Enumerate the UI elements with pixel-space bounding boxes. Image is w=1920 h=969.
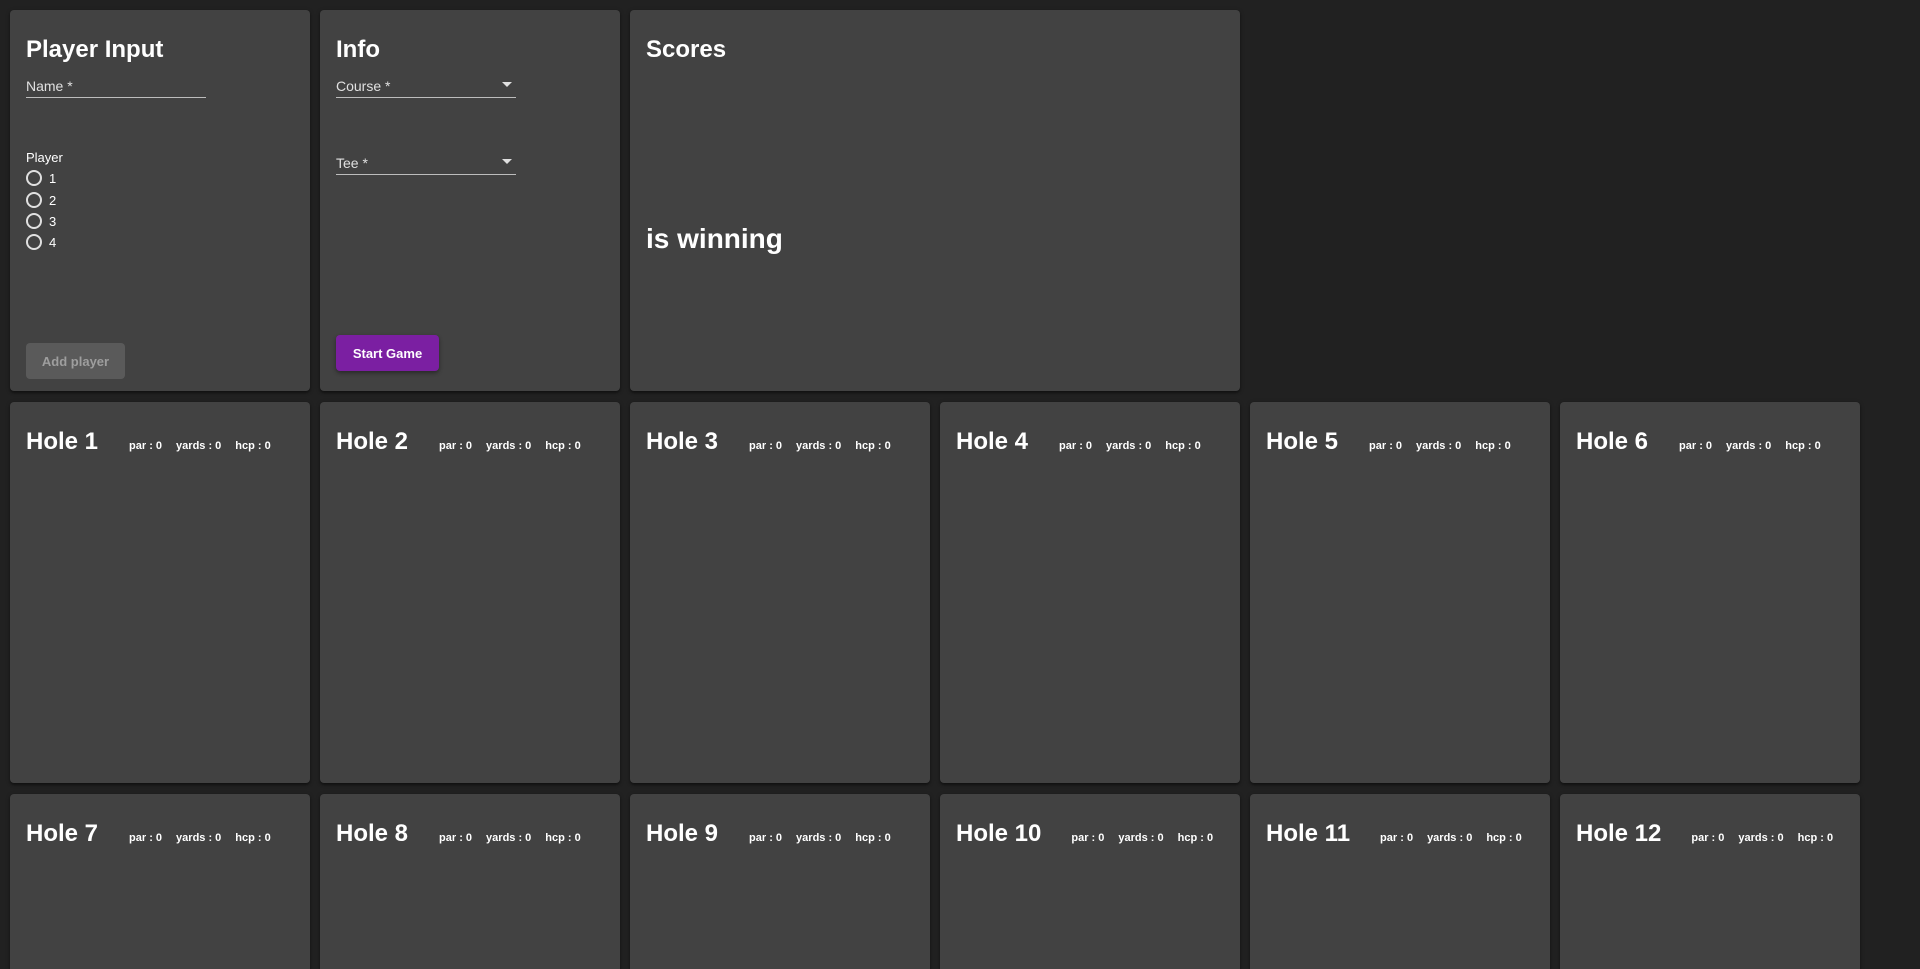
hole-par: par : 0 [1679,440,1713,452]
hole-title: Hole 11 [1266,820,1351,847]
hole-card: Hole 3 par : 0 yards : 0 hcp : 0 [630,402,930,783]
hole-card: Hole 8 par : 0 yards : 0 hcp : 0 [320,794,620,969]
radio-circle-icon[interactable] [26,170,42,186]
hole-par: par : 0 [749,440,783,452]
hole-par: par : 0 [129,440,163,452]
hole-yards: yards : 0 [796,440,842,452]
hole-card: Hole 11 par : 0 yards : 0 hcp : 0 [1250,794,1550,969]
scores-title: Scores [646,36,727,63]
radio-circle-icon[interactable] [26,213,42,229]
hole-yards: yards : 0 [1106,440,1152,452]
hole-title: Hole 6 [1576,428,1649,455]
hole-card: Hole 7 par : 0 yards : 0 hcp : 0 [10,794,310,969]
hole-hcp: hcp : 0 [855,440,891,452]
player-radio-1[interactable]: 1 [26,168,56,188]
radio-circle-icon[interactable] [26,234,42,250]
hole-title: Hole 10 [956,820,1042,847]
hole-par: par : 0 [1380,832,1414,844]
hole-yards: yards : 0 [486,832,532,844]
hole-hcp: hcp : 0 [1165,440,1201,452]
hole-par: par : 0 [1071,832,1105,844]
hole-title: Hole 7 [26,820,99,847]
tee-select[interactable]: Tee * [336,153,516,175]
hole-yards: yards : 0 [176,440,222,452]
hole-yards: yards : 0 [796,832,842,844]
hole-hcp: hcp : 0 [1177,832,1214,844]
hole-card: Hole 5 par : 0 yards : 0 hcp : 0 [1250,402,1550,783]
hole-yards: yards : 0 [1726,440,1772,452]
start-game-button[interactable]: Start Game [336,335,439,371]
player-radio-3-label: 3 [49,213,57,229]
hole-title: Hole 3 [646,428,719,455]
player-radio-4-label: 4 [49,234,57,250]
hole-yards: yards : 0 [1118,832,1164,844]
hole-hcp: hcp : 0 [1785,440,1821,452]
scores-card: Scores is winning [630,10,1240,391]
player-input-title: Player Input [26,36,164,63]
player-input-card: Player Input Name * Player 1 2 3 4 Add p… [10,10,310,391]
hole-card: Hole 2 par : 0 yards : 0 hcp : 0 [320,402,620,783]
hole-title: Hole 8 [336,820,409,847]
hole-par: par : 0 [439,440,473,452]
hole-hcp: hcp : 0 [545,832,581,844]
info-title: Info [336,36,380,63]
name-input[interactable] [26,76,206,97]
hole-card: Hole 4 par : 0 yards : 0 hcp : 0 [940,402,1240,783]
add-player-button[interactable]: Add player [26,343,125,379]
hole-hcp: hcp : 0 [1797,832,1834,844]
hole-title: Hole 1 [26,428,99,455]
hole-yards: yards : 0 [1427,832,1473,844]
hole-hcp: hcp : 0 [235,440,271,452]
hole-par: par : 0 [1059,440,1093,452]
hole-title: Hole 12 [1576,820,1662,847]
player-radio-3[interactable]: 3 [26,211,56,231]
hole-hcp: hcp : 0 [1486,832,1522,844]
hole-yards: yards : 0 [1738,832,1784,844]
hole-title: Hole 5 [1266,428,1339,455]
dropdown-arrow-icon [502,159,512,164]
player-radio-group-label: Player [26,150,63,165]
hole-hcp: hcp : 0 [855,832,891,844]
name-field[interactable]: Name * [26,76,206,98]
hole-par: par : 0 [1691,832,1725,844]
radio-circle-icon[interactable] [26,192,42,208]
hole-card: Hole 9 par : 0 yards : 0 hcp : 0 [630,794,930,969]
hole-hcp: hcp : 0 [545,440,581,452]
winning-text: is winning [646,223,783,254]
hole-par: par : 0 [749,832,783,844]
course-select[interactable]: Course * [336,76,516,98]
hole-par: par : 0 [439,832,473,844]
player-radio-1-label: 1 [49,170,57,186]
hole-par: par : 0 [1369,440,1403,452]
hole-title: Hole 2 [336,428,409,455]
hole-yards: yards : 0 [1416,440,1462,452]
hole-yards: yards : 0 [486,440,532,452]
hole-hcp: hcp : 0 [235,832,271,844]
player-radio-2[interactable]: 2 [26,190,56,210]
dropdown-arrow-icon [502,82,512,87]
hole-hcp: hcp : 0 [1475,440,1511,452]
hole-card: Hole 10 par : 0 yards : 0 hcp : 0 [940,794,1240,969]
hole-title: Hole 4 [956,428,1029,455]
hole-card: Hole 1 par : 0 yards : 0 hcp : 0 [10,402,310,783]
tee-select-label: Tee * [336,155,368,171]
player-radio-2-label: 2 [49,192,57,208]
info-card: Info Course * Tee * Start Game [320,10,620,391]
hole-card: Hole 6 par : 0 yards : 0 hcp : 0 [1560,402,1860,783]
hole-card: Hole 12 par : 0 yards : 0 hcp : 0 [1560,794,1860,969]
hole-yards: yards : 0 [176,832,222,844]
player-radio-4[interactable]: 4 [26,232,56,252]
hole-title: Hole 9 [646,820,719,847]
hole-par: par : 0 [129,832,163,844]
course-select-label: Course * [336,78,391,94]
